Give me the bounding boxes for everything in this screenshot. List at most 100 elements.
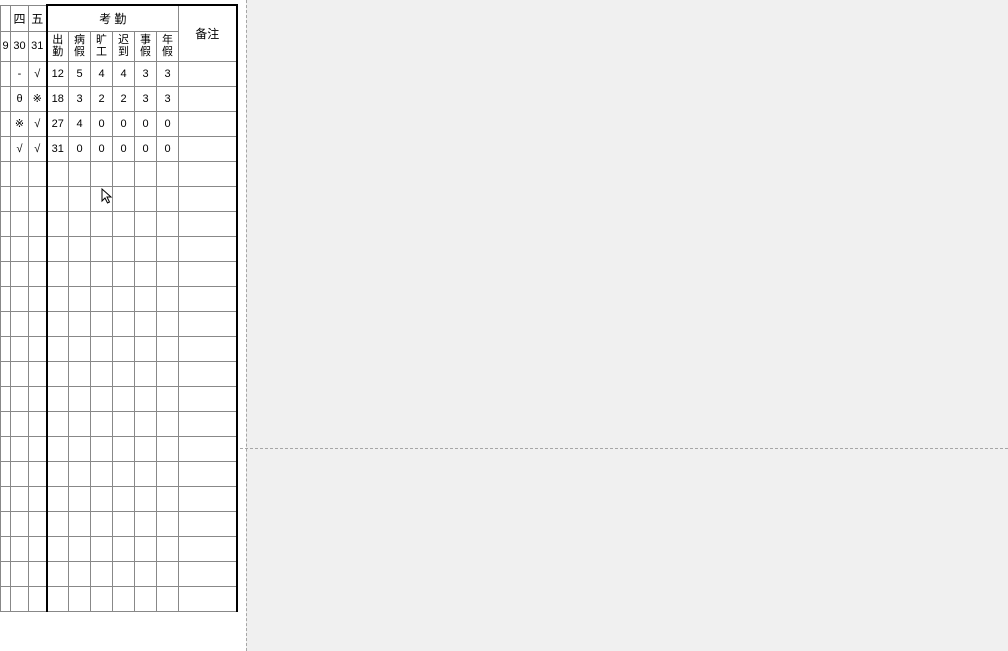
table-row — [1, 336, 237, 361]
cell-chuqin — [47, 236, 69, 261]
cell-remark — [179, 561, 237, 586]
cell-c29 — [1, 461, 11, 486]
cell-nianjia — [157, 236, 179, 261]
cell-nianjia — [157, 286, 179, 311]
cell-kuang — [91, 536, 113, 561]
cell-bingjia — [69, 186, 91, 211]
cell-c30 — [11, 586, 29, 611]
cell-c30 — [11, 436, 29, 461]
cell-kuang — [91, 186, 113, 211]
title-blank-29 — [1, 5, 11, 31]
cell-nianjia — [157, 586, 179, 611]
cell-c30 — [11, 536, 29, 561]
cell-kuang: 0 — [91, 111, 113, 136]
cell-remark — [179, 336, 237, 361]
cell-remark — [179, 261, 237, 286]
cell-chidao — [113, 286, 135, 311]
cell-bingjia — [69, 336, 91, 361]
cell-c29 — [1, 261, 11, 286]
cell-remark — [179, 86, 237, 111]
cell-chidao — [113, 511, 135, 536]
cell-c30 — [11, 186, 29, 211]
cell-bingjia: 5 — [69, 61, 91, 86]
cell-shijia — [135, 511, 157, 536]
table-row: -√1254433 — [1, 61, 237, 86]
cell-chidao: 0 — [113, 136, 135, 161]
cell-shijia — [135, 361, 157, 386]
table-row: ※√2740000 — [1, 111, 237, 136]
cell-bingjia — [69, 411, 91, 436]
cell-c31 — [29, 336, 47, 361]
cell-shijia — [135, 186, 157, 211]
cell-bingjia — [69, 561, 91, 586]
cell-c31 — [29, 361, 47, 386]
cell-kuang — [91, 411, 113, 436]
cell-chuqin — [47, 186, 69, 211]
cell-nianjia — [157, 211, 179, 236]
cell-remark — [179, 361, 237, 386]
cell-c30 — [11, 286, 29, 311]
cell-nianjia: 3 — [157, 86, 179, 111]
cell-chidao — [113, 311, 135, 336]
cell-c30 — [11, 261, 29, 286]
cell-c31 — [29, 461, 47, 486]
cell-c30: θ — [11, 86, 29, 111]
weekday-header-4: 四 — [11, 5, 29, 31]
cell-nianjia — [157, 561, 179, 586]
cell-c29 — [1, 411, 11, 436]
cell-chidao: 4 — [113, 61, 135, 86]
cell-kuang — [91, 486, 113, 511]
cell-kuang — [91, 311, 113, 336]
cell-kuang — [91, 161, 113, 186]
cell-nianjia: 0 — [157, 111, 179, 136]
cell-bingjia: 4 — [69, 111, 91, 136]
chidao-header: 迟到 — [113, 31, 135, 61]
cell-nianjia — [157, 461, 179, 486]
cell-chuqin — [47, 486, 69, 511]
cell-c29 — [1, 486, 11, 511]
table-row — [1, 561, 237, 586]
cell-bingjia — [69, 236, 91, 261]
cell-chuqin — [47, 436, 69, 461]
cell-shijia — [135, 161, 157, 186]
cell-bingjia — [69, 361, 91, 386]
cell-remark — [179, 536, 237, 561]
cell-remark — [179, 111, 237, 136]
cell-shijia — [135, 461, 157, 486]
cell-remark — [179, 186, 237, 211]
cell-c30 — [11, 236, 29, 261]
cell-chuqin — [47, 336, 69, 361]
cell-chidao — [113, 586, 135, 611]
table-row — [1, 211, 237, 236]
cell-nianjia — [157, 361, 179, 386]
cell-remark — [179, 311, 237, 336]
cell-shijia — [135, 436, 157, 461]
table-row — [1, 461, 237, 486]
cell-kuang — [91, 361, 113, 386]
cell-chuqin — [47, 386, 69, 411]
cell-kuang: 0 — [91, 136, 113, 161]
table-row — [1, 511, 237, 536]
kaoqin-header: 考 勤 — [47, 5, 179, 31]
cell-chuqin — [47, 561, 69, 586]
cell-c30 — [11, 361, 29, 386]
cell-c30 — [11, 461, 29, 486]
cell-c31 — [29, 236, 47, 261]
cell-c29 — [1, 561, 11, 586]
cell-kuang — [91, 236, 113, 261]
table-row — [1, 536, 237, 561]
cell-c29 — [1, 436, 11, 461]
cell-kuang — [91, 586, 113, 611]
cell-c31: √ — [29, 136, 47, 161]
cell-c31 — [29, 261, 47, 286]
cell-remark — [179, 161, 237, 186]
cell-c30 — [11, 411, 29, 436]
cell-shijia — [135, 236, 157, 261]
cell-c31 — [29, 186, 47, 211]
cell-bingjia: 0 — [69, 136, 91, 161]
cell-c29 — [1, 236, 11, 261]
cell-remark — [179, 236, 237, 261]
cell-nianjia: 3 — [157, 61, 179, 86]
cell-c31 — [29, 586, 47, 611]
cell-bingjia — [69, 436, 91, 461]
